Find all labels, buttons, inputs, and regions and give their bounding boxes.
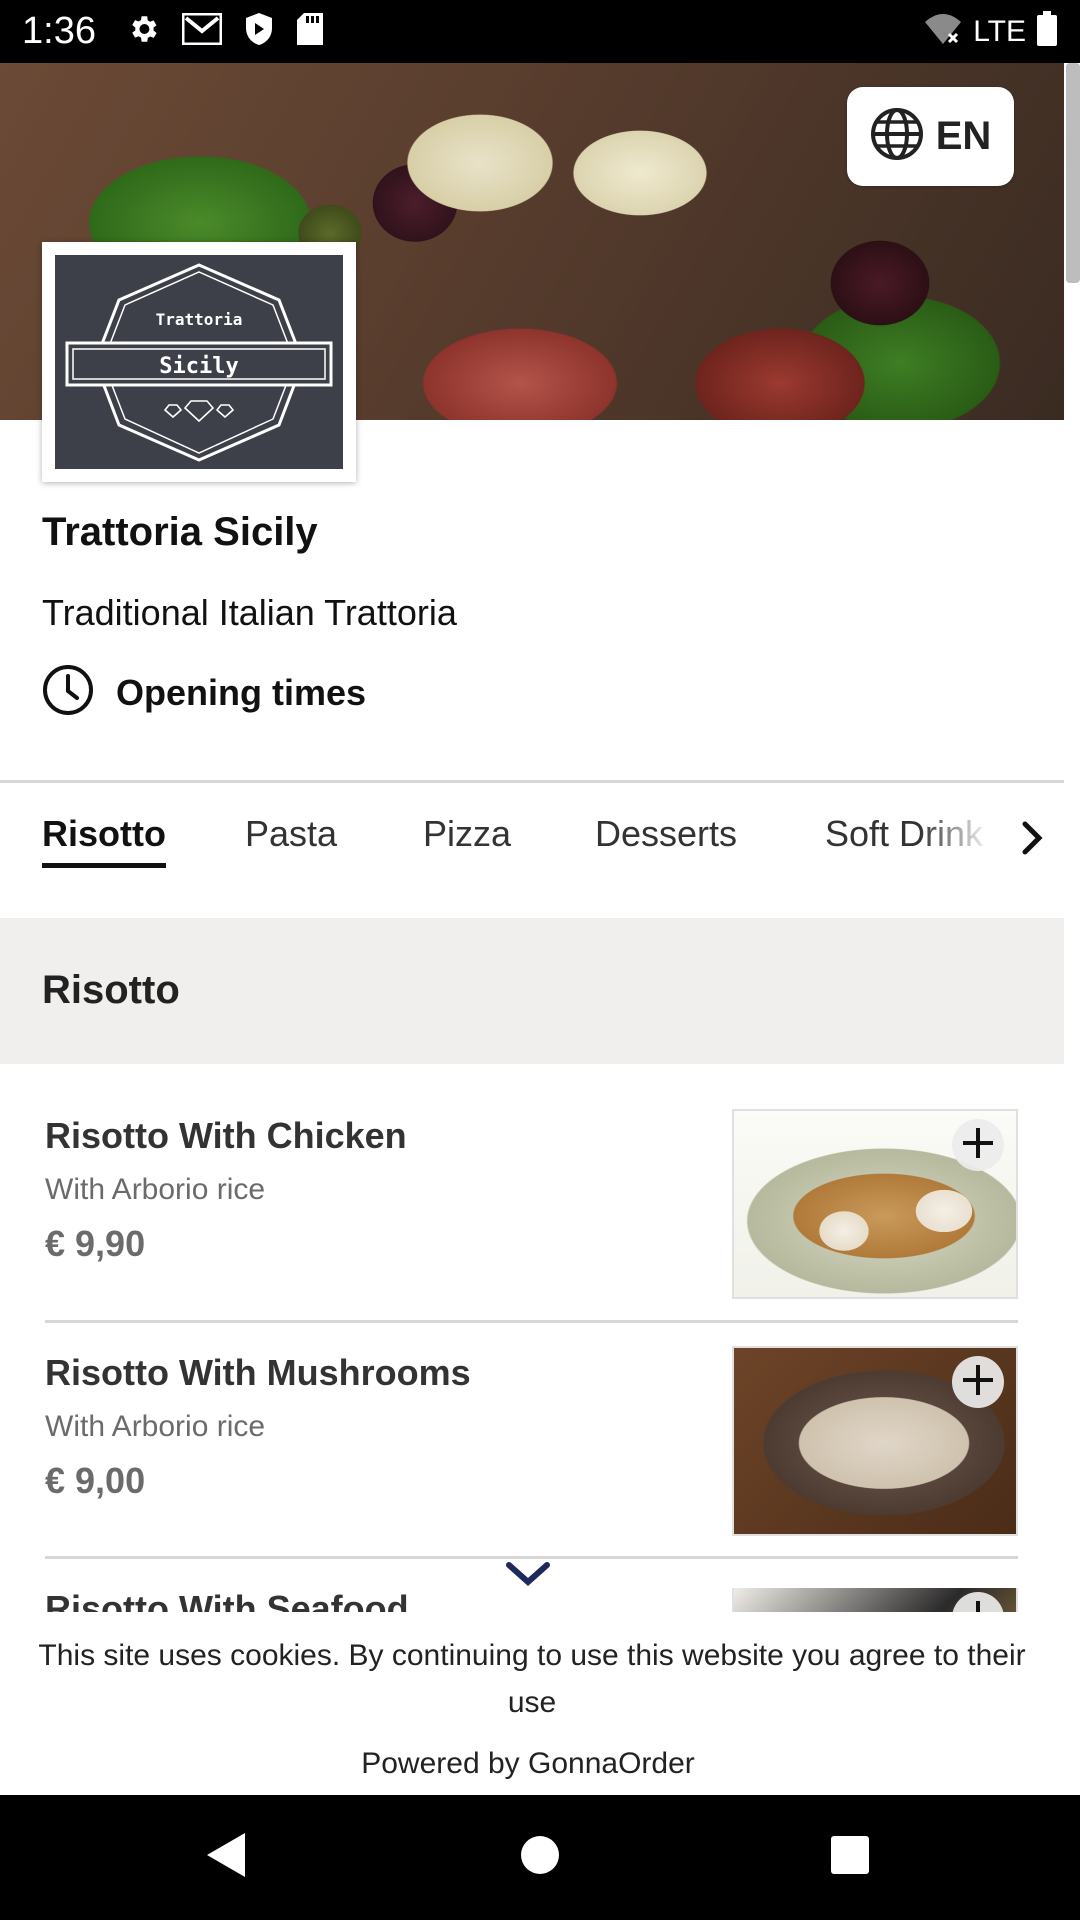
category-tabs: Risotto Pasta Pizza Desserts Soft Drink xyxy=(0,783,1064,918)
item-name: Risotto With Chicken xyxy=(45,1115,407,1156)
item-description: With Arborio rice xyxy=(45,1410,266,1443)
restaurant-name: Trattoria Sicily xyxy=(42,510,318,554)
item-divider xyxy=(45,1320,1018,1323)
cookie-banner[interactable]: This site uses cookies. By continuing to… xyxy=(0,1612,1064,1795)
opening-times-label: Opening times xyxy=(116,671,367,713)
menu-item[interactable]: Risotto With Mushrooms With Arborio rice… xyxy=(42,1346,1018,1562)
scrollbar[interactable] xyxy=(1066,63,1080,283)
recents-icon xyxy=(829,1834,871,1881)
restaurant-logo: Trattoria Sicily xyxy=(42,242,356,482)
navigation-bar xyxy=(0,1795,1080,1920)
add-item-button[interactable] xyxy=(952,1119,1004,1171)
restaurant-description: Traditional Italian Trattoria xyxy=(42,592,457,633)
item-name: Risotto With Mushrooms xyxy=(45,1352,471,1393)
notification-icons xyxy=(126,12,324,51)
item-price: € 9,00 xyxy=(45,1460,146,1501)
opening-times-link[interactable]: Opening times xyxy=(42,664,366,721)
item-description: With Arborio rice xyxy=(45,1173,266,1206)
logo-line2: Sicily xyxy=(159,354,238,379)
plus-icon xyxy=(960,1362,996,1403)
add-item-button[interactable] xyxy=(952,1592,1004,1612)
tab-fade xyxy=(920,783,1020,918)
gmail-icon xyxy=(181,12,223,50)
logo-badge: Trattoria Sicily xyxy=(55,255,343,469)
add-item-button[interactable] xyxy=(952,1356,1004,1408)
back-icon xyxy=(203,1831,247,1884)
item-image[interactable] xyxy=(732,1346,1018,1536)
plus-icon xyxy=(960,1598,996,1612)
sd-card-icon xyxy=(296,12,324,51)
wifi-off-icon xyxy=(923,12,963,51)
globe-icon xyxy=(870,107,924,166)
shield-icon xyxy=(244,12,274,51)
scroll-down-button[interactable] xyxy=(503,1558,553,1594)
back-button[interactable] xyxy=(195,1827,255,1887)
logo-line1: Trattoria xyxy=(156,310,243,329)
status-bar: 1:36 LTE xyxy=(0,0,1080,63)
battery-icon xyxy=(1036,11,1058,52)
tabs-next-button[interactable] xyxy=(1012,815,1052,865)
home-icon xyxy=(519,1834,561,1881)
chevron-down-icon xyxy=(505,1560,551,1593)
item-name: Risotto With Seafood xyxy=(45,1588,409,1612)
section-header: Risotto xyxy=(0,918,1064,1064)
cookie-text: This site uses cookies. By continuing to… xyxy=(38,1639,1026,1719)
item-price: € 9,90 xyxy=(45,1223,146,1264)
section-title: Risotto xyxy=(42,968,180,1012)
menu-item[interactable]: Risotto With Chicken With Arborio rice €… xyxy=(42,1109,1018,1325)
clock-icon xyxy=(42,664,94,721)
settings-icon xyxy=(126,12,160,51)
item-image[interactable] xyxy=(732,1588,1018,1612)
tab-desserts[interactable]: Desserts xyxy=(595,813,737,868)
tab-pasta[interactable]: Pasta xyxy=(245,813,337,868)
network-label: LTE xyxy=(973,14,1026,48)
powered-by[interactable]: Powered by GonnaOrder xyxy=(0,1747,1056,1781)
tab-risotto[interactable]: Risotto xyxy=(42,813,166,868)
recents-button[interactable] xyxy=(820,1827,880,1887)
home-button[interactable] xyxy=(510,1827,570,1887)
chevron-right-icon xyxy=(1020,820,1044,861)
system-icons: LTE xyxy=(923,11,1058,52)
status-time: 1:36 xyxy=(22,10,96,52)
language-button[interactable]: EN xyxy=(847,87,1014,186)
item-image[interactable] xyxy=(732,1109,1018,1299)
tab-pizza[interactable]: Pizza xyxy=(423,813,511,868)
language-label: EN xyxy=(935,114,992,158)
plus-icon xyxy=(960,1125,996,1166)
